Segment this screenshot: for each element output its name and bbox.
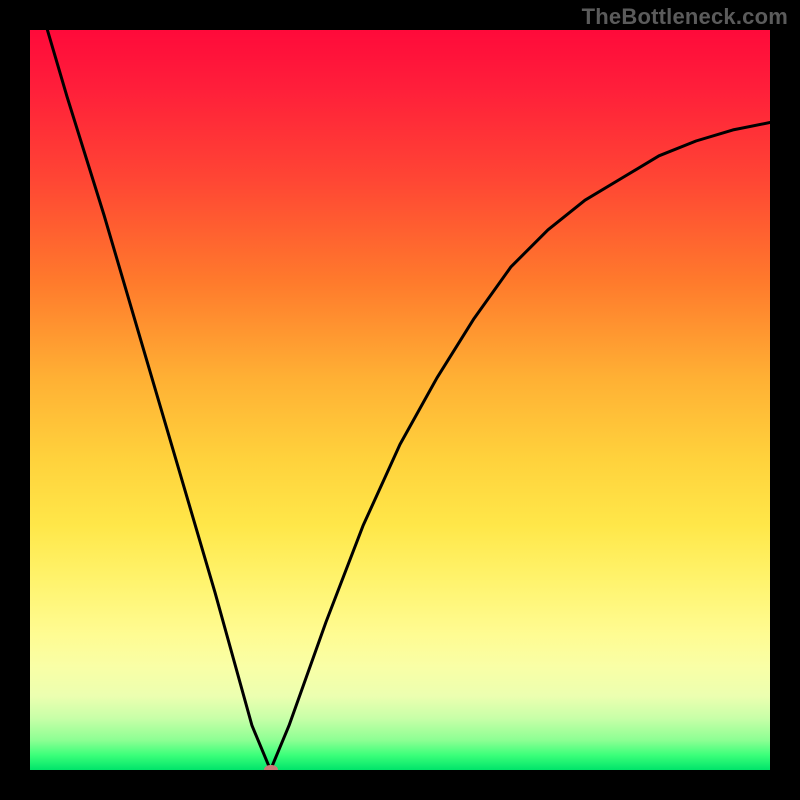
- watermark-text: TheBottleneck.com: [582, 4, 788, 30]
- chart-frame: TheBottleneck.com: [0, 0, 800, 800]
- curve-svg: [30, 30, 770, 770]
- plot-area: [30, 30, 770, 770]
- bottleneck-curve: [30, 30, 770, 770]
- minimum-marker: [264, 765, 278, 770]
